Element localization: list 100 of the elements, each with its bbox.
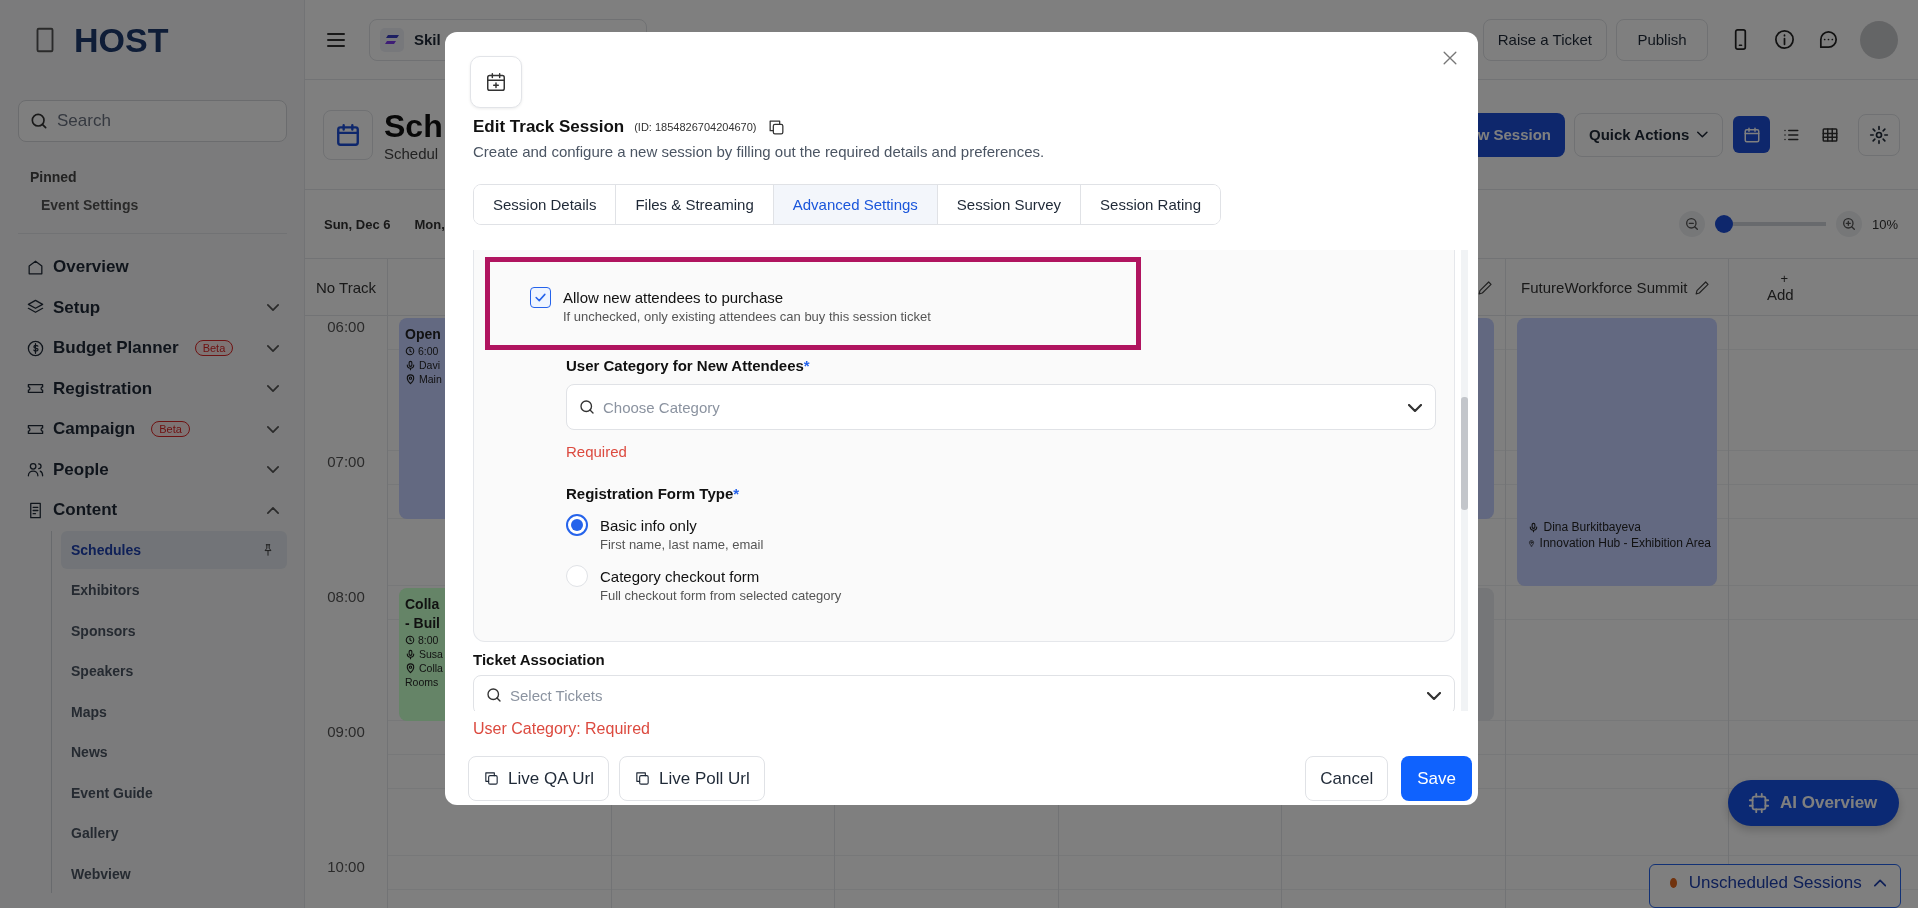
section-heading: Pinned [30, 169, 78, 185]
chevron-icon [1408, 404, 1422, 412]
tab[interactable]: Advanced Settings [773, 185, 938, 224]
session-title: - Buil [405, 615, 441, 632]
checkbox[interactable] [530, 287, 551, 308]
nav-subitem[interactable]: Sponsors [61, 611, 287, 650]
settings-button[interactable] [1858, 113, 1900, 156]
date-tab[interactable]: Mon, [414, 216, 445, 232]
session-location: Rooms [405, 676, 440, 688]
time-label: 06:00 [327, 318, 365, 335]
error-text: User Category: Required [473, 719, 651, 738]
error-text: Required [566, 442, 628, 462]
microphone-icon [1527, 521, 1539, 533]
nav-subitem[interactable]: Schedules [61, 530, 287, 569]
copy-icon [634, 770, 651, 787]
view-toggle[interactable] [1733, 116, 1770, 153]
dollar-icon [26, 338, 45, 358]
clock-icon [405, 346, 415, 356]
raise-ticket-button[interactable]: Raise a Ticket [1482, 18, 1607, 61]
table-icon [1820, 125, 1839, 144]
session-location: Main [419, 373, 442, 385]
microphone-icon [405, 648, 416, 660]
slider-thumb[interactable] [1714, 215, 1733, 233]
search-icon [485, 686, 503, 704]
nav-subitem[interactable]: Maps [61, 692, 287, 731]
search-field[interactable]: Search [18, 100, 287, 142]
session-title: Open [405, 326, 442, 343]
speaker-name: Susa [419, 648, 443, 660]
zoom-in-button[interactable] [1835, 211, 1862, 237]
scrollbar-thumb[interactable] [1461, 397, 1468, 510]
nav-item[interactable]: Registration [18, 368, 287, 409]
add-track-link[interactable]: Add [1767, 286, 1794, 303]
calendar-plus-icon [485, 71, 507, 93]
quick-actions-button[interactable]: Quick Actions [1574, 112, 1723, 157]
time-label: 09:00 [327, 723, 365, 740]
nav-item[interactable]: Overview [18, 247, 287, 288]
nav-subitem[interactable]: Speakers [61, 652, 287, 690]
cancel-button[interactable]: Cancel [1305, 756, 1389, 801]
nav-subitem[interactable]: Webview [61, 854, 287, 893]
session-time: 8:00 [418, 634, 439, 646]
zoom-reading: 10% [1871, 216, 1898, 232]
beta-badge: Beta [194, 340, 234, 357]
chat-icon [1817, 28, 1840, 51]
zoom-out-icon [1683, 216, 1700, 232]
radio-button[interactable] [566, 514, 588, 536]
publish-button[interactable]: Publish [1616, 18, 1708, 61]
copy-icon [483, 770, 500, 787]
live-qa-url-button[interactable]: Live QA Url [468, 756, 609, 801]
dialog-title: Edit Track Session [473, 117, 625, 137]
speaker-name: Dina Burkitbayeva [1543, 520, 1641, 534]
status-dot [1670, 878, 1677, 888]
session-title: Colla [405, 596, 441, 613]
nav-subitem[interactable]: Exhibitors [61, 571, 287, 609]
radio-label: Category checkout form [600, 567, 760, 585]
help-text: If unchecked, only existing attendees can buy this session ticket [563, 308, 932, 326]
zoom-out-button[interactable] [1678, 211, 1705, 237]
live-poll-url-button[interactable]: Live Poll Url [619, 756, 765, 801]
brand-logo-icon [380, 27, 404, 52]
select-field[interactable]: Choose Category [566, 384, 1436, 430]
search-icon [578, 398, 596, 416]
plus-sign[interactable]: + [1772, 271, 1789, 286]
info-icon [1773, 28, 1796, 51]
field-label: User Category for New Attendees* [566, 356, 811, 376]
nav-item[interactable]: Budget Planner Beta [18, 328, 287, 369]
nav-subitem[interactable]: News [61, 733, 287, 771]
nav-item[interactable]: People [18, 449, 287, 490]
nav-item[interactable]: Content [18, 490, 287, 531]
chip-icon [1748, 792, 1770, 814]
session-time: 6:00 [418, 345, 439, 357]
time-label: 10:00 [327, 858, 365, 875]
radio-label: Basic info only [600, 516, 697, 534]
ai-overview-button[interactable]: AI Overview [1728, 780, 1900, 826]
tab[interactable]: Session Details [474, 185, 617, 224]
session-location: Innovation Hub - Exhibition Area [1539, 536, 1711, 550]
help-text: First name, last name, email [600, 536, 765, 554]
session-location: Colla [419, 662, 443, 674]
checkbox-label: Allow new attendees to purchase [563, 289, 784, 306]
save-button[interactable]: Save [1401, 756, 1472, 801]
session-card[interactable]: Dina Burkitbayeva Innovation Hub - Exhibition Area [1516, 318, 1717, 586]
date-tab[interactable]: Sun, Dec 6 [324, 216, 391, 232]
beta-badge: Beta [151, 421, 190, 438]
nav-item[interactable]: Campaign Beta [18, 409, 287, 450]
organization-name: Skil [414, 31, 441, 48]
nav-subitem[interactable]: Event Guide [61, 773, 287, 812]
zoom-in-icon [1840, 216, 1857, 232]
field-label: Registration Form Type* [566, 484, 741, 504]
dialog-subtitle: Create and configure a new session by filling out the required details and preferences. [473, 142, 1046, 162]
calendar-icon [1742, 125, 1761, 144]
microphone-icon [405, 359, 416, 371]
nav-item[interactable]: Setup [18, 287, 287, 328]
nav-subitem[interactable]: Gallery [61, 814, 287, 852]
page-title: Sch [384, 107, 443, 145]
location-pin-icon [405, 662, 416, 674]
settings-icon [1869, 124, 1889, 145]
help-text: Full checkout form from selected category [600, 587, 843, 605]
location-pin-icon [405, 373, 416, 385]
track-name: FutureWorkforce Summit [1521, 278, 1688, 296]
select-field[interactable]: Select Tickets [473, 675, 1455, 711]
location-pin-icon [1527, 537, 1535, 549]
pinned-item[interactable]: Event Settings [41, 197, 139, 213]
